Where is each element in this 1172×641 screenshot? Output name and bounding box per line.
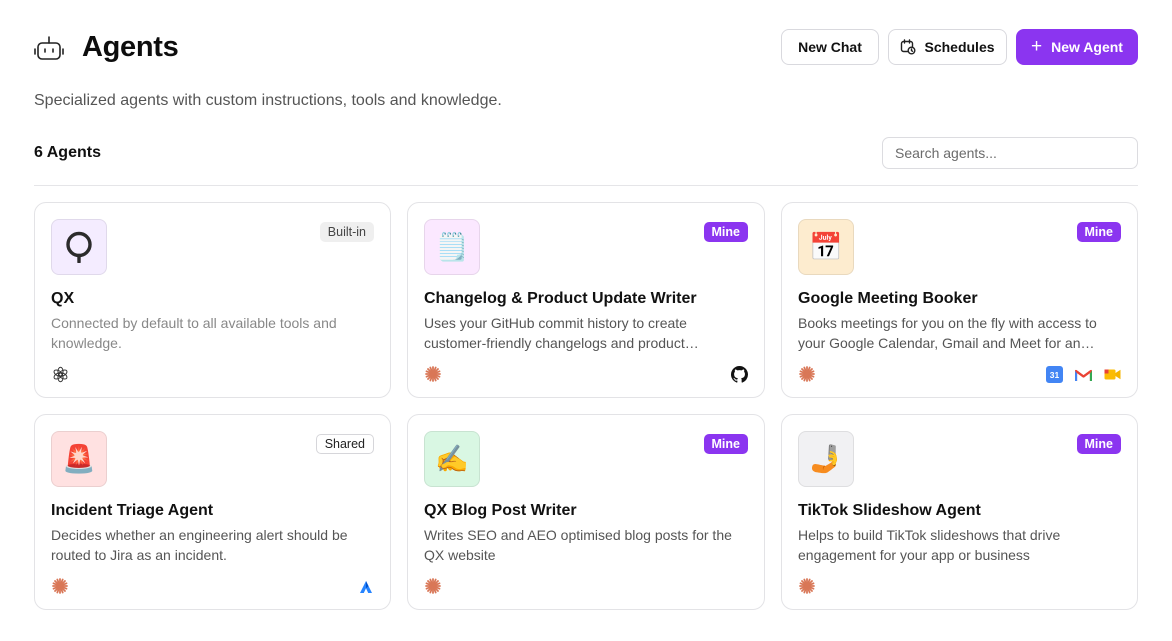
agent-tools xyxy=(731,366,748,383)
agent-grid: Built-in QX Connected by default to all … xyxy=(34,202,1138,610)
agent-card[interactable]: Built-in QX Connected by default to all … xyxy=(34,202,391,398)
github-icon xyxy=(731,366,748,383)
agent-name: Incident Triage Agent xyxy=(51,502,214,519)
new-chat-label: New Chat xyxy=(798,39,862,55)
agent-badge: Mine xyxy=(703,434,748,454)
agent-card[interactable]: 📅 Mine Google Meeting Booker Books meeti… xyxy=(781,202,1138,398)
agent-description: Helps to build TikTok slideshows that dr… xyxy=(798,527,1061,563)
agent-count: 6 Agents xyxy=(34,144,101,161)
gmail-icon xyxy=(1075,366,1092,383)
agent-badge: Mine xyxy=(1076,434,1121,454)
page-title: Agents xyxy=(82,31,179,63)
google-calendar-icon: 31 xyxy=(1046,366,1063,383)
calendar-clock-icon xyxy=(901,39,916,55)
new-chat-button[interactable]: New Chat xyxy=(781,29,879,65)
anthropic-icon xyxy=(798,577,816,595)
openai-icon xyxy=(51,365,69,383)
agent-description: Books meetings for you on the fly with a… xyxy=(798,315,1097,351)
agent-card[interactable]: 🗒️ Mine Changelog & Product Update Write… xyxy=(407,202,765,398)
anthropic-icon xyxy=(51,577,69,595)
agent-badge: Shared xyxy=(315,434,374,454)
agent-card[interactable]: ✍️ Mine QX Blog Post Writer Writes SEO a… xyxy=(407,414,765,610)
google-meet-icon xyxy=(1104,366,1121,383)
search-input[interactable] xyxy=(882,137,1138,169)
header-actions: New Chat Schedules + New Agent xyxy=(781,29,1138,65)
agent-tools xyxy=(357,578,374,595)
agent-description: Decides whether an engineering alert sho… xyxy=(51,527,348,563)
agent-badge: Mine xyxy=(703,222,748,242)
agent-avatar xyxy=(51,219,107,275)
agent-name: TikTok Slideshow Agent xyxy=(798,502,981,519)
agent-badge: Mine xyxy=(1076,222,1121,242)
anthropic-icon xyxy=(424,577,442,595)
agent-avatar: 📅 xyxy=(798,219,854,275)
agent-name: Google Meeting Booker xyxy=(798,290,978,307)
anthropic-icon xyxy=(798,365,816,383)
agent-name: Changelog & Product Update Writer xyxy=(424,290,697,307)
anthropic-icon xyxy=(424,365,442,383)
agent-description: Uses your GitHub commit history to creat… xyxy=(424,315,687,351)
agent-badge: Built-in xyxy=(319,222,374,242)
agent-card[interactable]: 🚨 Shared Incident Triage Agent Decides w… xyxy=(34,414,391,610)
agent-avatar: ✍️ xyxy=(424,431,480,487)
agent-tools: 31 xyxy=(1046,366,1121,383)
page-header: Agents New Chat Schedules + New Agent xyxy=(34,28,1138,66)
page-subtitle: Specialized agents with custom instructi… xyxy=(34,92,502,109)
agent-name: QX Blog Post Writer xyxy=(424,502,577,519)
agent-card[interactable]: 🤳 Mine TikTok Slideshow Agent Helps to b… xyxy=(781,414,1138,610)
plus-icon: + xyxy=(1031,35,1043,57)
robot-icon xyxy=(34,36,64,60)
schedules-label: Schedules xyxy=(924,39,995,55)
divider xyxy=(34,185,1138,186)
agent-avatar: 🗒️ xyxy=(424,219,480,275)
agent-avatar: 🤳 xyxy=(798,431,854,487)
qx-logo-icon xyxy=(66,231,92,263)
jira-icon xyxy=(357,578,374,595)
new-agent-label: New Agent xyxy=(1051,39,1123,55)
new-agent-button[interactable]: + New Agent xyxy=(1016,29,1138,65)
agent-avatar: 🚨 xyxy=(51,431,107,487)
agent-description: Writes SEO and AEO optimised blog posts … xyxy=(424,527,732,563)
schedules-button[interactable]: Schedules xyxy=(888,29,1007,65)
agent-name: QX xyxy=(51,290,75,307)
agent-description: Connected by default to all available to… xyxy=(51,315,337,351)
